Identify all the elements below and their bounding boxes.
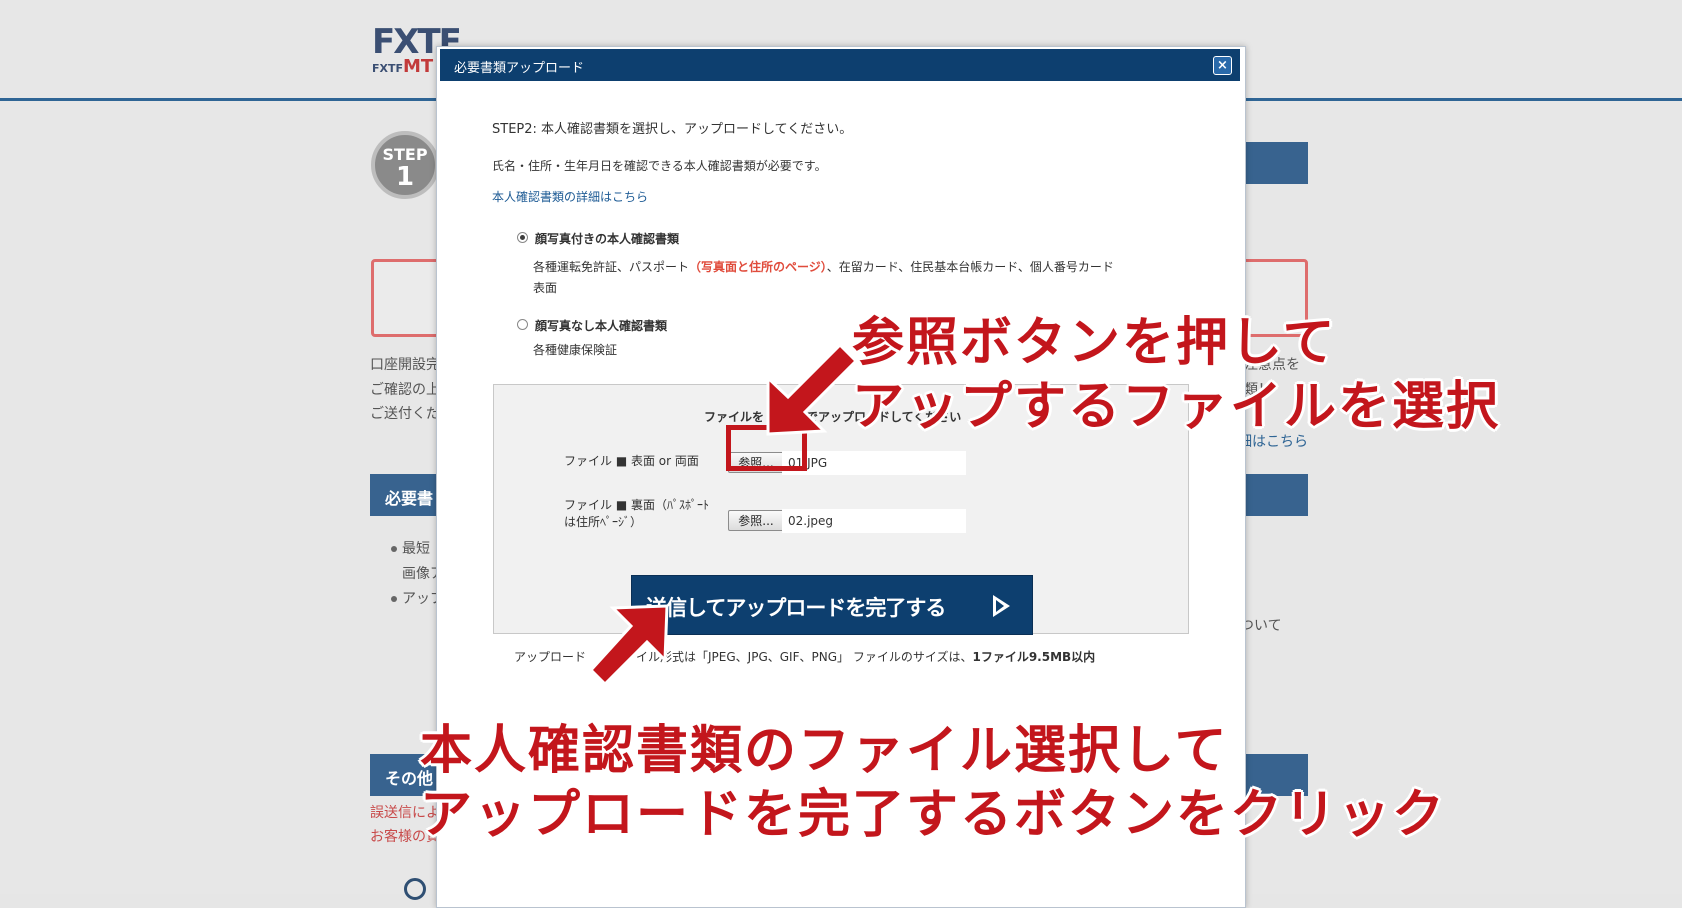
format-main: イル形式は「JPEG、JPG、GIF、PNG」 ファイルのサイズは、	[636, 650, 973, 664]
bullet-1: 最短	[402, 541, 430, 557]
required-docs-bar: 必要書	[370, 474, 438, 516]
browse-button-back[interactable]: 参照...	[728, 510, 784, 531]
annotation-top-line2: アップするファイルを選択	[852, 377, 1501, 437]
option-photo-id-desc-2: 表面	[533, 281, 558, 295]
dialog-title: 必要書類アップロード	[454, 61, 585, 76]
logo-sub-text: FXTF	[372, 62, 404, 75]
arrow-to-submit-icon	[588, 604, 669, 687]
bullet-dot	[391, 596, 397, 602]
step-badge: STEP 1	[371, 131, 439, 199]
bullet-dot	[391, 546, 397, 552]
step-bar	[1236, 142, 1308, 184]
desc-highlight: （写真面と住所のページ）	[689, 260, 827, 274]
file2-filename[interactable]: 02.jpeg	[782, 509, 966, 533]
submit-upload-label: 送信してアップロードを完了する	[646, 596, 946, 620]
file1-filename[interactable]: 01.JPG	[782, 451, 966, 475]
option-no-photo-id-desc: 各種健康保険証	[533, 343, 618, 357]
upload-instruction-head: ファイルを	[704, 410, 765, 424]
format-prefix: アップロード	[514, 650, 587, 664]
bg-line-3: ご送付くだ	[370, 406, 440, 422]
file2-label-line2: は住所ﾍﾟｰｼﾞ）	[564, 515, 643, 529]
annotation-bottom-line2: アップロードを完了するボタンをクリック	[420, 785, 1447, 845]
logo-mt-text: MT	[403, 56, 434, 77]
radio-photo-id[interactable]	[517, 232, 528, 243]
arrow-to-browse-icon	[766, 342, 859, 436]
option-photo-id-desc: 各種運転免許証、パスポート（写真面と住所のページ）、在留カード、住民基本台帳カー…	[533, 258, 1114, 275]
option-no-photo-id-title: 顔写真なし本人確認書類	[535, 319, 668, 333]
required-docs-bar-right	[1236, 474, 1308, 516]
id-details-link[interactable]: 本人確認書類の詳細はこちら	[492, 188, 648, 205]
file1-label: ファイル ■ 表面 or 両面	[564, 454, 699, 468]
required-docs-title: 必要書	[385, 489, 434, 508]
dialog-titlebar[interactable]: 必要書類アップロード ×	[440, 49, 1240, 81]
site-logo-sub: FXTFMT	[372, 56, 433, 77]
submit-upload-button[interactable]: 送信してアップロードを完了する	[631, 575, 1033, 635]
bg-line-1: 口座開設完	[370, 357, 440, 373]
desc-part: 各種運転免許証、パスポート	[533, 260, 690, 274]
arrow-circle-icon[interactable]	[404, 878, 426, 900]
bg-line-2: ご確認の上	[370, 382, 440, 398]
close-button[interactable]: ×	[1213, 56, 1232, 75]
file2-label: ファイル ■ 裏面（ﾊﾟｽﾎﾟｰﾄ	[564, 498, 709, 512]
id-requirement-note: 氏名・住所・生年月日を確認できる本人確認書類が必要です。	[492, 159, 827, 173]
step2-instruction: STEP2: 本人確認書類を選択し、アップロードしてください。	[492, 122, 853, 137]
bg-about-text: ついて	[1240, 618, 1282, 634]
radio-no-photo-id[interactable]	[517, 319, 528, 330]
format-size-limit: 1ファイル9.5MB以内	[972, 650, 1096, 664]
play-arrow-icon	[993, 595, 1010, 617]
step-number: 1	[395, 162, 415, 192]
desc-part: 、在留カード、住民基本台帳カード、個人番号カード	[826, 260, 1114, 274]
option-photo-id-title: 顔写真付きの本人確認書類	[535, 232, 680, 246]
